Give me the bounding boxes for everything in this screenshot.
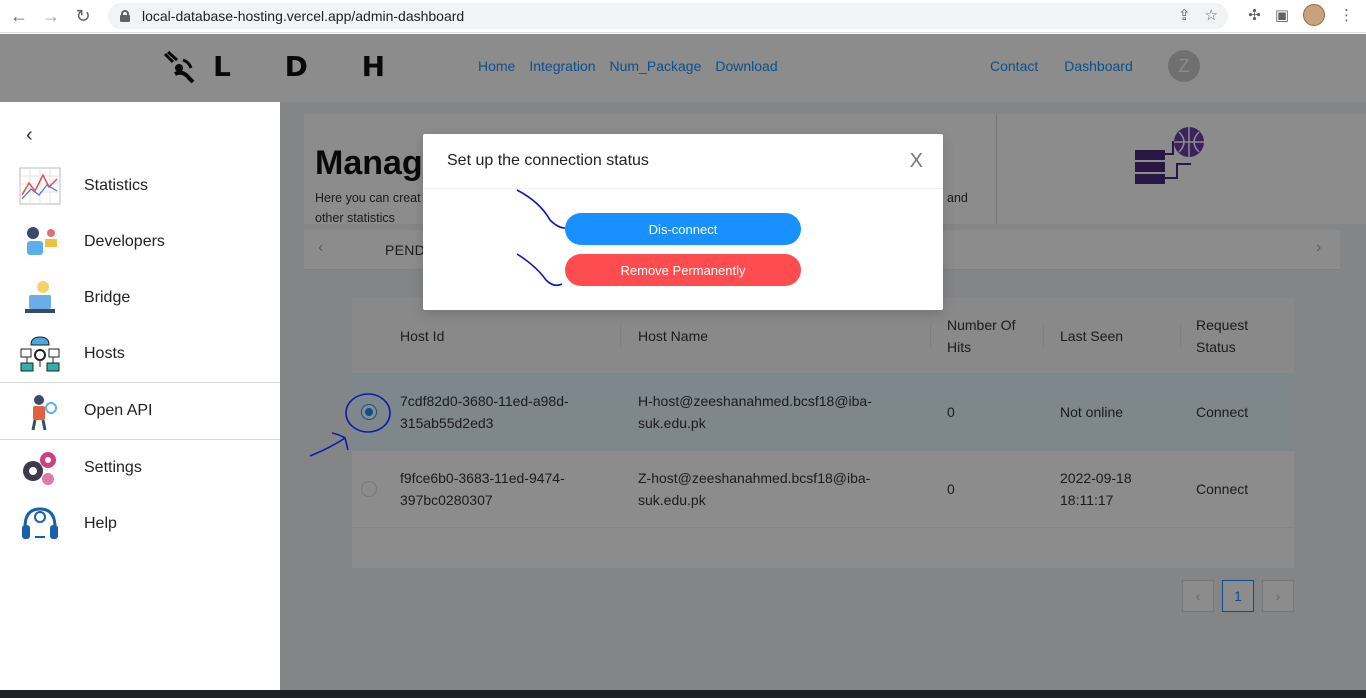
extensions-icon[interactable]: ✣ xyxy=(1248,6,1261,24)
collapse-chevron-icon[interactable]: ‹ xyxy=(26,124,33,147)
lock-icon[interactable] xyxy=(120,10,130,22)
bridge-icon xyxy=(25,281,55,313)
disconnect-button[interactable]: Dis-connect xyxy=(565,213,801,245)
forward-arrow-icon[interactable]: → xyxy=(38,3,64,29)
remove-permanently-button[interactable]: Remove Permanently xyxy=(565,254,801,286)
sidebar-item-label: Settings xyxy=(84,459,142,476)
sidebar-item-label: Developers xyxy=(84,233,165,250)
menu-kebab-icon[interactable]: ⋮ xyxy=(1339,6,1354,24)
sidebar-item-label: Hosts xyxy=(84,345,125,362)
sidebar-item-label: Help xyxy=(84,515,117,532)
back-arrow-icon[interactable]: ← xyxy=(6,3,32,29)
developers-icon xyxy=(27,227,57,255)
hosts-icon xyxy=(20,336,60,372)
profile-avatar[interactable] xyxy=(1303,4,1325,26)
open-api-icon xyxy=(31,395,57,431)
reload-icon[interactable]: ↻ xyxy=(70,3,96,29)
side-panel-icon[interactable]: ▣ xyxy=(1275,6,1289,24)
browser-toolbar: ← → ↻ local-database-hosting.vercel.app/… xyxy=(0,0,1366,33)
modal-title: Set up the connection status xyxy=(447,152,649,169)
sidebar-item-hosts[interactable]: Hosts xyxy=(0,326,280,382)
taskbar-strip xyxy=(0,690,1366,698)
settings-icon xyxy=(23,452,56,485)
url-text: local-database-hosting.vercel.app/admin-… xyxy=(142,8,465,24)
sidebar-item-bridge[interactable]: Bridge xyxy=(0,270,280,326)
sidebar-item-help[interactable]: Help xyxy=(0,496,280,552)
sidebar-item-open-api[interactable]: Open API xyxy=(0,383,280,439)
sidebar-item-label: Bridge xyxy=(84,289,131,306)
sidebar-item-label: Statistics xyxy=(84,177,149,194)
bookmark-star-icon[interactable]: ☆ xyxy=(1205,6,1218,24)
sidebar-item-developers[interactable]: Developers xyxy=(0,214,280,270)
sidebar-item-statistics[interactable]: Statistics xyxy=(0,158,280,214)
statistics-icon xyxy=(19,167,61,205)
share-icon[interactable]: ⇪ xyxy=(1178,6,1191,24)
connection-status-modal: Set up the connection status X Dis-conne… xyxy=(423,134,943,310)
close-icon[interactable]: X xyxy=(910,150,923,173)
sidebar: ‹ Statistics Developers Bridge Hosts Ope… xyxy=(0,102,280,692)
sidebar-item-settings[interactable]: Settings xyxy=(0,440,280,496)
help-icon xyxy=(22,507,58,539)
sidebar-item-label: Open API xyxy=(84,402,153,419)
address-bar[interactable]: local-database-hosting.vercel.app/admin-… xyxy=(108,3,1228,29)
modal-header: Set up the connection status X xyxy=(423,134,943,189)
